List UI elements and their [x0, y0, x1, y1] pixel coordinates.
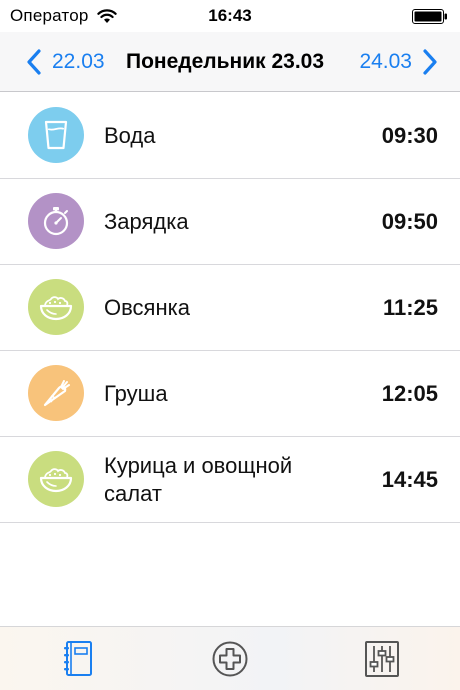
- carrot-icon: [43, 380, 70, 407]
- previous-date-label: 22.03: [52, 50, 105, 73]
- screen: Оператор 16:43 22.03 Понедельник 23.03 2…: [0, 0, 460, 690]
- list-item[interactable]: Курица и овощной салат 14:45: [0, 437, 460, 523]
- bowl-icon: [39, 468, 73, 493]
- item-icon-circle: [28, 365, 84, 421]
- item-time: 09:50: [381, 208, 438, 234]
- item-time: 14:45: [381, 466, 438, 492]
- item-icon-circle: [28, 451, 84, 507]
- tab-add[interactable]: [208, 637, 252, 681]
- item-time: 09:30: [381, 122, 438, 148]
- chevron-right-icon: [423, 49, 437, 75]
- next-day-button[interactable]: 24.03: [359, 42, 438, 82]
- bowl-icon: [39, 296, 73, 321]
- meal-list: Вода 09:30 Зарядка 09:50 Овсянка 11:25 Г…: [0, 93, 460, 523]
- stopwatch-icon: [43, 207, 69, 236]
- tab-bar: [0, 626, 460, 690]
- add-circle-icon: [212, 641, 248, 677]
- status-time: 16:43: [208, 6, 252, 25]
- chevron-left-icon: [27, 49, 41, 75]
- item-time: 12:05: [381, 380, 438, 406]
- list-item[interactable]: Зарядка 09:50: [0, 179, 460, 265]
- tab-journal[interactable]: [56, 637, 100, 681]
- item-name: Вода: [104, 122, 156, 148]
- journal-icon: [64, 641, 92, 676]
- item-time: 11:25: [382, 294, 438, 320]
- water-glass-icon: [44, 120, 68, 150]
- list-item[interactable]: Овсянка 11:25: [0, 265, 460, 351]
- status-bar: Оператор 16:43: [0, 0, 460, 32]
- date-navigation-bar: 22.03 Понедельник 23.03 24.03: [0, 32, 460, 92]
- sliders-icon: [365, 641, 399, 677]
- item-name: Курица и овощной салат: [104, 452, 293, 506]
- page-title: Понедельник 23.03: [126, 50, 325, 73]
- list-item[interactable]: Груша 12:05: [0, 351, 460, 437]
- list-item[interactable]: Вода 09:30: [0, 93, 460, 179]
- item-name: Овсянка: [104, 294, 190, 320]
- previous-day-button[interactable]: 22.03: [26, 42, 105, 82]
- item-icon-circle: [28, 279, 84, 335]
- item-icon-circle: [28, 193, 84, 249]
- item-name: Зарядка: [104, 208, 189, 234]
- tab-settings[interactable]: [360, 637, 404, 681]
- item-icon-circle: [28, 107, 84, 163]
- battery-icon: [412, 9, 447, 24]
- next-date-label: 24.03: [359, 50, 412, 73]
- item-name: Груша: [104, 380, 168, 406]
